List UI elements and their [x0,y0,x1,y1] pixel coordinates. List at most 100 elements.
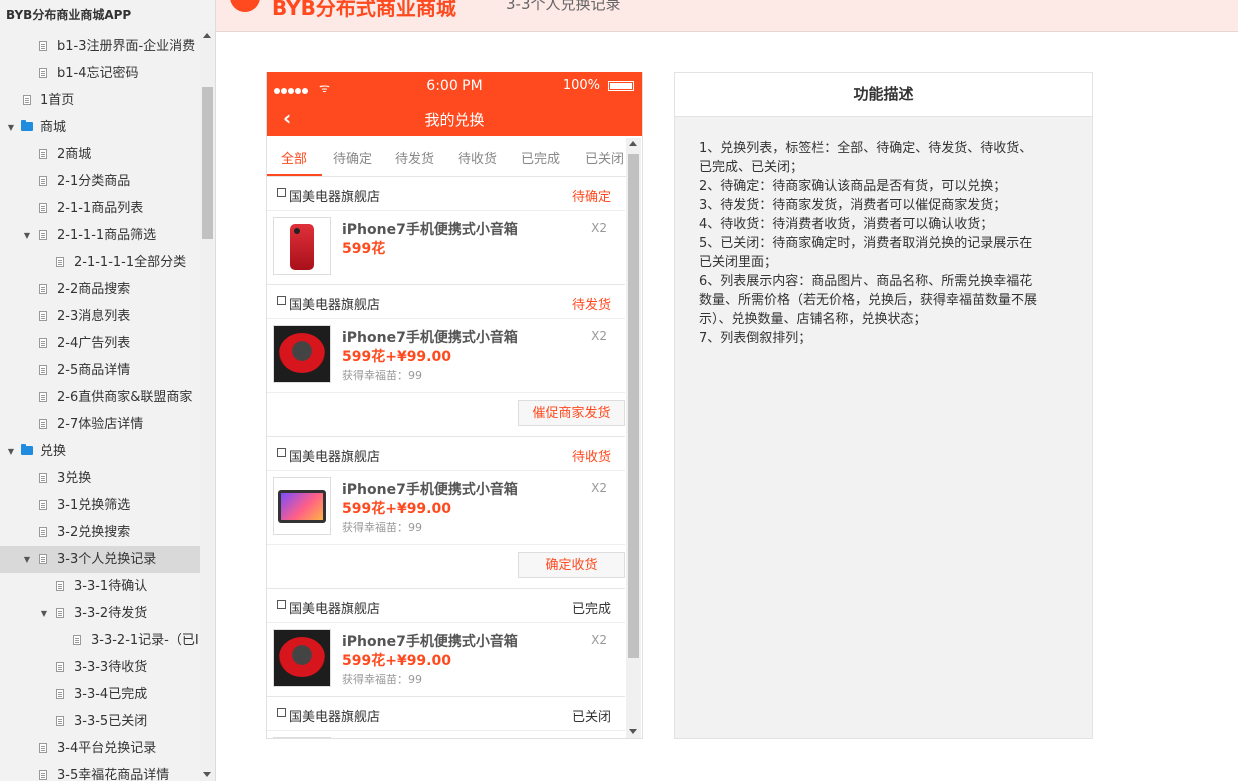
tab-5[interactable]: 已关闭 [585,148,624,167]
phone-scroll-thumb[interactable] [628,154,639,658]
checkbox-icon[interactable] [277,188,286,197]
description-line: 1、兑换列表，标签栏：全部、待确定、待发货、待收货、 [699,141,1033,156]
order-card: 国美电器旗舰店 待收货 iPhone7手机便携式小音箱 X2 599花+¥99.00 获得… [267,437,625,589]
tree-page-item[interactable]: 3-3-5已关闭 [0,708,200,735]
tree-item-label: 3-3-3待收货 [74,660,148,675]
tree-page-item[interactable]: 2-7体验店详情 [0,411,200,438]
shop-name: 国美电器旗舰店 [289,710,381,725]
tree-item-label: 3-3-5已关闭 [74,714,148,729]
tree-page-item[interactable]: 3-5幸福花商品详情 [0,762,200,781]
tree-page-item[interactable]: 2-2商品搜索 [0,276,200,303]
expand-toggle-icon[interactable]: ▼ [6,114,16,141]
page-icon [56,608,64,618]
tree-page-item[interactable]: 3-3-3待收货 [0,654,200,681]
order-status: 待收货 [571,450,611,465]
tree-item-label: 1首页 [40,93,75,108]
tree-page-item[interactable]: 2商城 [0,141,200,168]
tree-page-item[interactable]: ▼ 2-1-1-1商品筛选 [0,222,200,249]
product-name: iPhone7手机便携式小音箱 [342,330,518,346]
product-quantity: X2 [591,481,607,495]
phone-scrollbar[interactable] [626,138,641,738]
page-icon [39,284,47,294]
order-status: 已完成 [571,602,611,617]
expand-toggle-icon[interactable]: ▼ [22,546,32,573]
tree-page-item[interactable]: 3兑换 [0,465,200,492]
tree-page-item[interactable]: 3-1兑换筛选 [0,492,200,519]
order-card: 国美电器旗舰店 已关闭 iPhone7手机便携式小音箱X2 [267,697,625,738]
product-name: iPhone7手机便携式小音箱 [342,482,518,498]
tab-3[interactable]: 待收货 [458,148,497,167]
page-icon [56,581,64,591]
tree-page-item[interactable]: 2-3消息列表 [0,303,200,330]
page-icon [39,743,47,753]
tree-item-label: 3-3-4已完成 [74,687,148,702]
order-action-button[interactable]: 确定收货 [518,552,625,578]
expand-toggle-icon[interactable]: ▼ [22,222,32,249]
scroll-down-arrow-icon[interactable] [629,729,637,734]
tree-item-label: 2-1-1-1-1全部分类 [74,255,187,270]
order-list: 国美电器旗舰店 待确定 iPhone7手机便携式小音箱 X2 599花 国美电器旗舰店 待发… [267,177,625,738]
tree-item-label: b1-4忘记密码 [57,66,139,81]
tree-page-item[interactable]: b1-4忘记密码 [0,60,200,87]
checkbox-icon[interactable] [277,296,286,305]
tree-page-item[interactable]: ▼ 3-3-2待发货 [0,600,200,627]
tree-page-item[interactable]: 1首页 [0,87,200,114]
sidebar-scrollbar[interactable] [200,30,215,781]
scroll-up-arrow-icon[interactable] [203,33,211,38]
order-item[interactable]: iPhone7手机便携式小音箱 X2 599花 [267,211,625,284]
header-title: BYB分布式商业商城 [272,0,456,20]
shop-row: 国美电器旗舰店 已关闭 [267,697,625,731]
tree-item-label: 3-5幸福花商品详情 [57,768,170,781]
tab-0[interactable]: 全部 [281,148,307,167]
tree-item-label: 3-3个人兑换记录 [57,552,157,567]
checkbox-icon[interactable] [277,600,286,609]
sidebar-scroll-thumb[interactable] [202,87,213,239]
tree-page-item[interactable]: 2-1-1-1-1全部分类 [0,249,200,276]
order-item[interactable]: iPhone7手机便携式小音箱 X2 599花+¥99.00 获得幸福苗：99 [267,471,625,544]
tree-item-label: 2-1-1-1商品筛选 [57,228,157,243]
expand-toggle-icon[interactable]: ▼ [39,600,49,627]
header-subtitle: 3-3个人兑换记录 [506,0,621,13]
order-item[interactable]: iPhone7手机便携式小音箱X2 [267,731,625,738]
tree-page-item[interactable]: 3-3-4已完成 [0,681,200,708]
tab-2[interactable]: 待发货 [395,148,434,167]
description-line: 5、已关闭：待商家确定时，消费者取消兑换的记录展示在 [699,236,1033,251]
scroll-down-arrow-icon[interactable] [203,772,211,777]
description-line: 已完成、已关闭； [699,160,804,175]
tree-item-label: 2-1分类商品 [57,174,131,189]
page-icon [56,689,64,699]
expand-toggle-icon[interactable]: ▼ [6,438,16,465]
tree-folder[interactable]: ▼ 商城 [0,114,200,141]
product-image [273,477,331,535]
tree-page-item[interactable]: 3-4平台兑换记录 [0,735,200,762]
tree-page-item[interactable]: 3-3-1待确认 [0,573,200,600]
checkbox-icon[interactable] [277,708,286,717]
status-bar: ᯤ 6:00 PM 100% [267,72,642,100]
tree-page-item[interactable]: b1-3注册界面-企业消费 [0,33,200,60]
description-line: 2、待确定：待商家确认该商品是否有货，可以兑换； [699,179,1007,194]
product-quantity: X2 [591,221,607,235]
scroll-up-arrow-icon[interactable] [629,141,637,146]
tab-1[interactable]: 待确定 [333,148,372,167]
order-item[interactable]: iPhone7手机便携式小音箱 X2 599花+¥99.00 获得幸福苗：99 [267,319,625,392]
tree-item-label: 2-7体验店详情 [57,417,144,432]
order-item[interactable]: iPhone7手机便携式小音箱 X2 599花+¥99.00 获得幸福苗：99 [267,623,625,696]
tree-page-item[interactable]: ▼ 3-3个人兑换记录 [0,546,200,573]
page-icon [39,149,47,159]
tree-page-item[interactable]: 3-2兑换搜索 [0,519,200,546]
tree-page-item[interactable]: 3-3-2-1记录-（已Ⅰ [0,627,200,654]
order-action-button[interactable]: 催促商家发货 [518,400,625,426]
order-actions: 催促商家发货 [267,392,625,436]
description-line: 4、待收货：待消费者收货，消费者可以确认收货； [699,217,994,232]
tree-page-item[interactable]: 2-1-1商品列表 [0,195,200,222]
tree-page-item[interactable]: 2-1分类商品 [0,168,200,195]
seed-reward: 获得幸福苗：99 [342,673,422,686]
tab-4[interactable]: 已完成 [521,148,560,167]
tree-folder[interactable]: ▼ 兑换 [0,438,200,465]
checkbox-icon[interactable] [277,448,286,457]
page-icon [39,230,47,240]
tree-page-item[interactable]: 2-5商品详情 [0,357,200,384]
tree-page-item[interactable]: 2-6直供商家&联盟商家 [0,384,200,411]
order-status: 待确定 [571,190,611,205]
tree-page-item[interactable]: 2-4广告列表 [0,330,200,357]
